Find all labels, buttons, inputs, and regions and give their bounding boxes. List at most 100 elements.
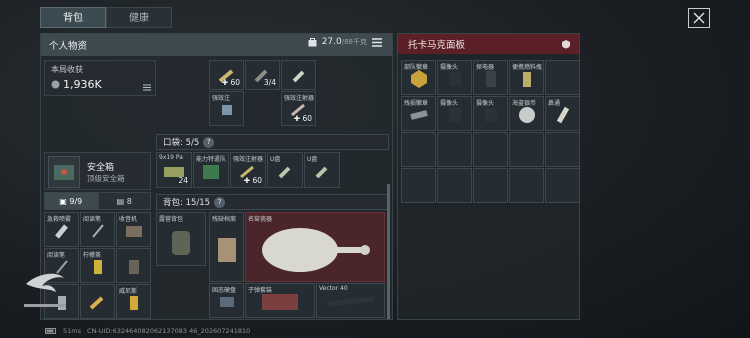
tokamak-slot[interactable]: 便携燃料瓶 [509,60,544,95]
tokamak-slot[interactable] [401,132,436,167]
tokamak-slot[interactable] [473,168,508,203]
pocket-grid: 9x19 Pa 24 能力特遣队 强效注射器 ✚ 60 U盘 U盘 [156,152,340,188]
tokamak-slot[interactable]: 残损徽章 [401,96,436,131]
grid-slot[interactable]: 柠檬茶 [80,248,115,283]
pocket-title: 口袋: 5/5 [163,138,200,148]
pocket-slot[interactable]: U盘 [267,152,303,188]
tokamak-slot[interactable] [401,168,436,203]
shield-icon[interactable] [561,39,571,49]
pocket-slot[interactable]: U盘 [304,152,340,188]
item-slot[interactable]: 强效注 [209,91,244,126]
inventory-scrollbar[interactable] [387,184,390,319]
ammo-kit-icon [262,294,298,311]
tab-container-2[interactable]: ▤ 8 [97,192,151,210]
backpack-slot[interactable]: 残缺档案 [209,212,244,282]
item-slot[interactable]: ✚ 60 [209,60,244,90]
grid-slot[interactable]: 收音机 [116,212,151,247]
close-icon [693,12,705,24]
help-icon[interactable]: ? [214,196,226,208]
tokamak-slot[interactable] [509,168,544,203]
backpack-icon [172,230,190,255]
item-slot[interactable] [281,60,316,90]
camera-icon [484,108,497,123]
grid-slot[interactable]: 威尼斯 [116,284,151,319]
tab-backpack[interactable]: 背包 [40,7,106,28]
backpack-bag-slot[interactable]: 露营背包 [156,212,206,266]
pocket-header: 口袋: 5/5 ? [156,134,389,150]
tokamak-slot[interactable]: 摄像头 [437,60,472,95]
pocket-slot[interactable]: 9x19 Pa 24 [156,152,192,188]
detector-icon [485,71,496,88]
personal-supplies-title: 个人物资 [49,41,88,52]
tokamak-slot[interactable] [545,132,580,167]
tokamak-slot[interactable] [509,132,544,167]
tokamak-slot[interactable] [473,132,508,167]
usb-drive-icon [292,70,304,83]
game-inventory-screen: 背包 健康 个人物资 27.0/88千克 本局收获 1,936K ✚ 60 3/… [0,0,750,338]
container-tabs: ▣ 9/9 ▤ 8 [44,192,151,210]
pen-icon [91,224,104,238]
gold-bar-icon [129,296,138,311]
coin-icon [51,80,60,89]
tokamak-slot[interactable] [545,168,580,203]
grid-slot[interactable]: 急救喷雾 [44,212,79,247]
uid-text: CN-UID:632464082062137083 46_20260724181… [87,327,251,335]
tokamak-slot[interactable] [437,168,472,203]
weight-max: /88千克 [341,38,367,46]
usb-drive-icon [315,166,328,179]
spray-icon [54,224,68,239]
backpack-slot[interactable]: Vector 40 [316,283,385,318]
tokamak-slot[interactable]: 摄像头 [473,96,508,131]
tokamak-panel: 托卡马克面板 部队徽章 摄像头 探电器 便携燃料瓶 残损徽章 摄像头 摄像头 海… [397,33,580,320]
weight-value: 27.0 [321,37,342,47]
backpack-slot[interactable]: 子弹套装 [245,283,315,318]
pocket-slot[interactable]: 强效注射器 ✚ 60 [230,152,266,188]
tokamak-slot[interactable]: 鼻通 [545,96,580,131]
left-column: 本局收获 1,936K [44,60,156,96]
tokamak-slot[interactable] [437,132,472,167]
tokamak-grid: 部队徽章 摄像头 探电器 便携燃料瓶 残损徽章 摄像头 摄像头 海盗银币 鼻通 [401,60,580,239]
safebox-card[interactable]: 安全箱 顶级安全箱 [44,152,151,190]
tokamak-slot[interactable]: 部队徽章 [401,60,436,95]
broken-badge-icon [409,110,428,121]
tokamak-slot[interactable]: 摄像头 [437,96,472,131]
grid-slot[interactable] [80,284,115,319]
tokamak-slot[interactable] [545,60,580,95]
item-label: 强效注射器 [284,95,315,102]
safebox-slot [48,156,80,188]
device-icon [221,105,232,116]
weight-icon [308,38,317,47]
backpack-slot[interactable]: 名窑瓷器 [245,212,385,282]
rog-logo-icon [24,273,66,307]
grid-slot[interactable] [116,248,151,283]
tokamak-header: 托卡马克面板 [398,34,579,54]
tokamak-slot[interactable]: 海盗银币 [509,96,544,131]
item-label: 强效注 [212,95,231,102]
top-tabs: 背包 健康 [40,7,172,28]
loot-summary: 本局收获 1,936K [44,60,156,96]
safebox-icon [54,165,74,180]
tab-health[interactable]: 健康 [106,7,172,28]
tab-container-1[interactable]: ▣ 9/9 [44,192,98,210]
item-count: ✚ 60 [221,78,240,87]
item-slot[interactable]: 3/4 [245,60,280,90]
list-icon[interactable] [372,37,382,47]
item-slot[interactable]: 强效注射器 ✚ 60 [281,91,316,126]
loot-detail-icon[interactable] [143,84,151,91]
canister-icon [128,260,139,275]
pocket-slot[interactable]: 能力特遣队 [193,152,229,188]
loot-label: 本局收获 [51,65,83,74]
key-icon [89,296,103,310]
coin-icon [518,107,535,124]
tokamak-slot[interactable]: 探电器 [473,60,508,95]
ping-value: 51ms [63,327,81,335]
porcelain-vase-icon [262,228,370,273]
status-bar: 51ms CN-UID:632464082062137083 46_202607… [45,327,250,335]
close-button[interactable] [688,8,710,28]
backpack-slot[interactable]: 固态硬盘 [209,283,244,318]
item-count: 3/4 [263,78,276,87]
usb-drive-icon [278,166,291,179]
grid-slot[interactable]: 阅读笔 [80,212,115,247]
help-icon[interactable]: ? [203,136,215,148]
camera-icon [448,108,461,123]
